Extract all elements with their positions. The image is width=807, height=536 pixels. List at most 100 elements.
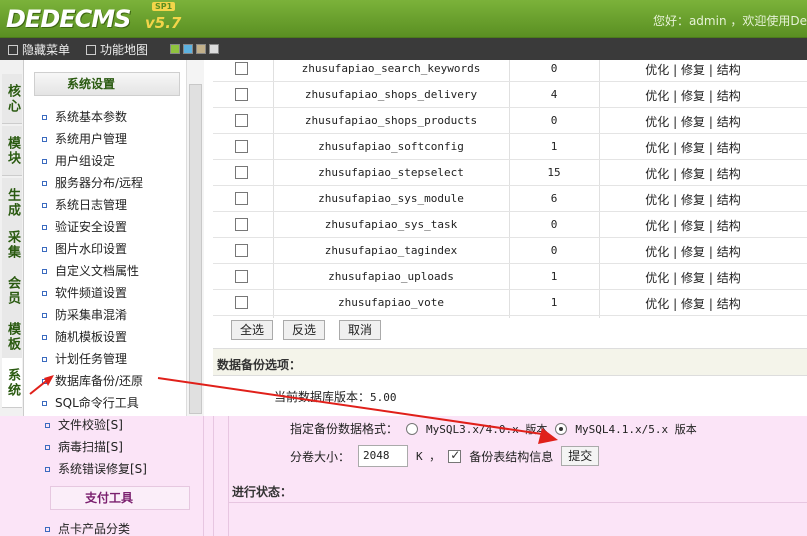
submit-button[interactable]: 提交 <box>561 446 600 466</box>
format-mysql41-radio[interactable] <box>555 422 568 435</box>
tab-system[interactable]: 系统 <box>2 358 22 408</box>
structure-link[interactable]: 结构 <box>717 115 741 129</box>
bullet-icon <box>45 445 50 450</box>
invert-select-button[interactable]: 反选 <box>283 320 326 340</box>
menu-item-doc-attrs[interactable]: 自定义文档属性 <box>42 262 139 279</box>
structure-link[interactable]: 结构 <box>717 141 741 155</box>
structure-link[interactable]: 结构 <box>717 63 741 77</box>
backup-structure-checkbox[interactable] <box>448 448 462 463</box>
bullet-icon <box>42 335 47 340</box>
optimize-link[interactable]: 优化 <box>645 219 669 233</box>
menu-item-anti-collect[interactable]: 防采集串混淆 <box>42 306 127 323</box>
bullet-icon <box>42 379 47 384</box>
table-row: zhusufapiao_search_keywords 0 优化 | 修复 | … <box>213 56 807 82</box>
theme-tan[interactable] <box>196 44 206 54</box>
menu-item-tasks[interactable]: 计划任务管理 <box>42 350 127 367</box>
bullet-icon <box>42 269 47 274</box>
optimize-link[interactable]: 优化 <box>645 193 669 207</box>
menu-item-file-check[interactable]: 文件校验[S] <box>45 416 123 433</box>
sitemap-button[interactable]: 功能地图 <box>86 41 148 58</box>
menu-item-logs[interactable]: 系统日志管理 <box>42 196 127 213</box>
tab-member[interactable]: 会员 <box>2 266 22 316</box>
menu-item-error-fix[interactable]: 系统错误修复[S] <box>45 460 147 477</box>
row-checkbox[interactable] <box>235 244 248 257</box>
menu-item-security[interactable]: 验证安全设置 <box>42 218 127 235</box>
structure-link[interactable]: 结构 <box>717 89 741 103</box>
repair-link[interactable]: 修复 <box>681 63 705 77</box>
repair-link[interactable]: 修复 <box>681 245 705 259</box>
theme-gray[interactable] <box>209 44 219 54</box>
tab-collect[interactable]: 采集 <box>2 220 22 270</box>
repair-link[interactable]: 修复 <box>681 297 705 311</box>
db-version-row: 当前数据库版本：5.00 <box>274 390 397 404</box>
bullet-icon <box>42 401 47 406</box>
tab-core[interactable]: 核心 <box>2 74 22 124</box>
volume-size-input[interactable]: 2048 <box>358 445 409 467</box>
select-all-button[interactable]: 全选 <box>231 320 274 340</box>
menu-item-users[interactable]: 系统用户管理 <box>42 130 127 147</box>
bullet-icon <box>42 357 47 362</box>
cancel-select-button[interactable]: 取消 <box>339 320 382 340</box>
bullet-icon <box>45 423 50 428</box>
menu-section-payment[interactable]: 支付工具 <box>50 486 190 510</box>
menu-item-groups[interactable]: 用户组设定 <box>42 152 115 169</box>
row-checkbox[interactable] <box>235 270 248 283</box>
menu-item-watermark[interactable]: 图片水印设置 <box>42 240 127 257</box>
bullet-icon <box>42 225 47 230</box>
menu-item-db-backup[interactable]: 数据库备份/还原 <box>42 372 143 389</box>
repair-link[interactable]: 修复 <box>681 219 705 233</box>
format-mysql3-radio[interactable] <box>406 422 419 435</box>
menu-item-servers[interactable]: 服务器分布/远程 <box>42 174 143 191</box>
row-checkbox[interactable] <box>235 218 248 231</box>
optimize-link[interactable]: 优化 <box>645 141 669 155</box>
structure-link[interactable]: 结构 <box>717 245 741 259</box>
menu-item-basic-params[interactable]: 系统基本参数 <box>42 108 127 125</box>
optimize-link[interactable]: 优化 <box>645 115 669 129</box>
table-row: zhusufapiao_shops_delivery 4 优化 | 修复 | 结… <box>213 82 807 108</box>
row-checkbox[interactable] <box>235 166 248 179</box>
grid-icon <box>86 44 96 55</box>
structure-link[interactable]: 结构 <box>717 297 741 311</box>
structure-link[interactable]: 结构 <box>717 271 741 285</box>
left-menu-scrollbar[interactable] <box>186 60 204 416</box>
menu-section-system[interactable]: 系统设置 <box>34 72 180 96</box>
menu-item-card-category[interactable]: 点卡产品分类 <box>45 520 130 536</box>
theme-green[interactable] <box>170 44 180 54</box>
repair-link[interactable]: 修复 <box>681 271 705 285</box>
row-checkbox[interactable] <box>235 88 248 101</box>
optimize-link[interactable]: 优化 <box>645 167 669 181</box>
structure-link[interactable]: 结构 <box>717 219 741 233</box>
table-list: zhusufapiao_search_keywords 0 优化 | 修复 | … <box>213 60 807 416</box>
theme-blue[interactable] <box>183 44 193 54</box>
table-row: zhusufapiao_vote 1 优化 | 修复 | 结构 <box>213 290 807 316</box>
tab-module[interactable]: 模块 <box>2 126 22 176</box>
repair-link[interactable]: 修复 <box>681 89 705 103</box>
optimize-link[interactable]: 优化 <box>645 245 669 259</box>
optimize-link[interactable]: 优化 <box>645 89 669 103</box>
row-checkbox[interactable] <box>235 62 248 75</box>
optimize-link[interactable]: 优化 <box>645 297 669 311</box>
row-checkbox[interactable] <box>235 192 248 205</box>
menu-item-sql-tool[interactable]: SQL命令行工具 <box>42 394 139 411</box>
backup-options-title: 数据备份选项： <box>217 358 302 372</box>
optimize-link[interactable]: 优化 <box>645 63 669 77</box>
structure-link[interactable]: 结构 <box>717 167 741 181</box>
row-checkbox[interactable] <box>235 296 248 309</box>
repair-link[interactable]: 修复 <box>681 167 705 181</box>
hide-menu-button[interactable]: 隐藏菜单 <box>8 41 70 58</box>
row-checkbox[interactable] <box>235 114 248 127</box>
menu-item-random-template[interactable]: 随机模板设置 <box>42 328 127 345</box>
row-checkbox[interactable] <box>235 140 248 153</box>
backup-options-bar <box>213 348 807 376</box>
structure-link[interactable]: 结构 <box>717 193 741 207</box>
menu-item-soft-channel[interactable]: 软件频道设置 <box>42 284 127 301</box>
repair-link[interactable]: 修复 <box>681 115 705 129</box>
tab-template[interactable]: 模板 <box>2 312 22 362</box>
menu-item-virus-scan[interactable]: 病毒扫描[S] <box>45 438 123 455</box>
optimize-link[interactable]: 优化 <box>645 271 669 285</box>
volume-size-row: 分卷大小： 2048 K ， 备份表结构信息 提交 <box>290 445 600 467</box>
progress-title: 进行状态： <box>232 485 293 499</box>
scrollbar-thumb[interactable] <box>189 84 202 414</box>
repair-link[interactable]: 修复 <box>681 141 705 155</box>
repair-link[interactable]: 修复 <box>681 193 705 207</box>
